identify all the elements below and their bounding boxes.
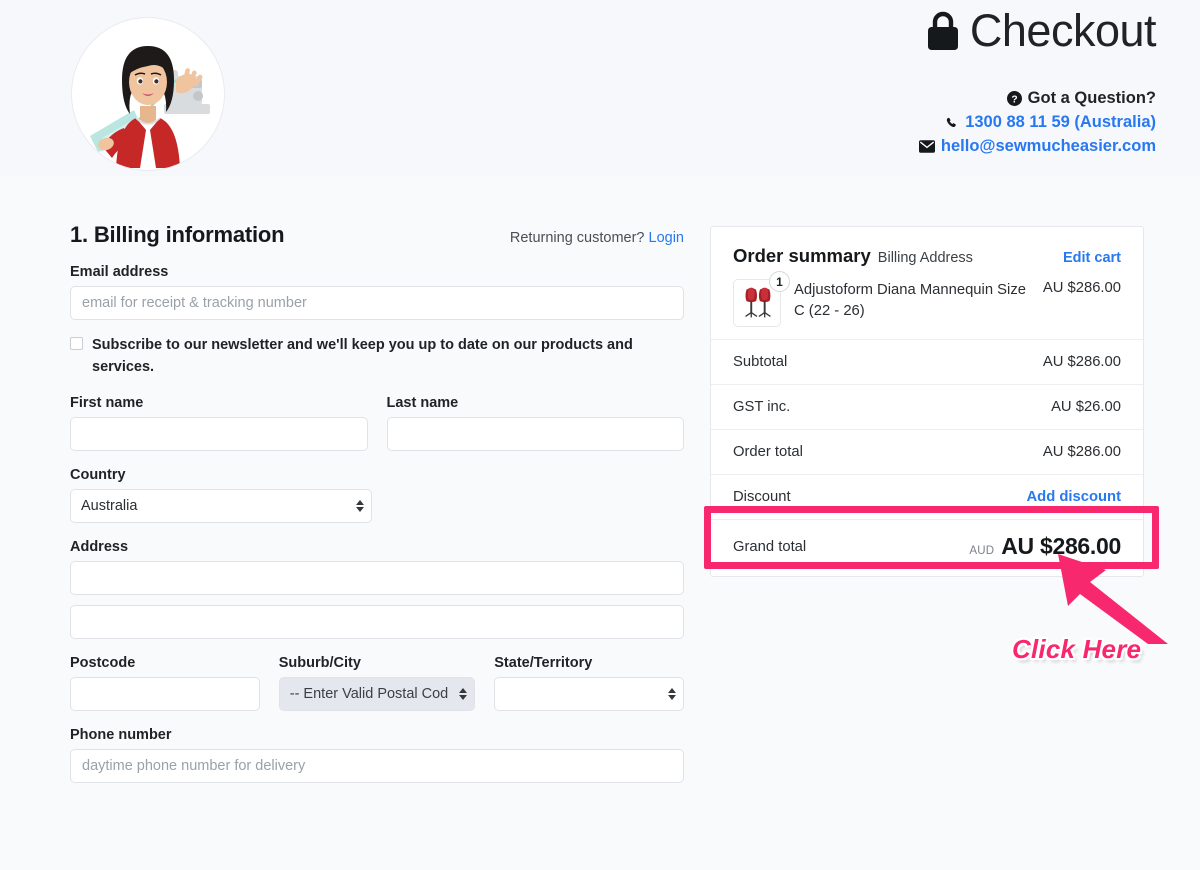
postcode-label: Postcode [70,654,136,671]
billing-form: 1. Billing information Returning custome… [70,222,684,783]
phone-label: Phone number [70,726,172,743]
state-select-wrap[interactable] [494,676,684,711]
summary-line-label: Subtotal [733,354,788,370]
order-item-name: Adjustoform Diana Mannequin Size C (22 -… [794,282,1026,320]
last-name-field[interactable] [386,416,684,451]
returning-customer: Returning customer? Login [510,230,684,246]
envelope-icon [918,140,935,153]
country-select-wrap[interactable]: Australia [70,488,372,523]
order-item-price: AU $286.00 [1042,280,1121,296]
first-name-field[interactable] [70,416,368,451]
order-summary-top: Order summary Billing Address Edit cart [711,227,1143,340]
order-item-thumb-wrap: 1 [733,271,790,327]
first-name-label: First name [70,394,144,411]
summary-line-label: Order total [733,444,803,460]
order-item-qty-badge: 1 [769,271,790,292]
login-link[interactable]: Login [649,230,684,246]
site-logo[interactable] [72,18,224,170]
help-email-line: hello@sewmucheasier.com [918,136,1156,157]
newsletter-row[interactable]: Subscribe to our newsletter and we'll ke… [70,334,684,379]
help-question: ? Got a Question? [919,88,1156,109]
country-select[interactable]: Australia [70,488,372,523]
phone-link[interactable]: 1300 88 11 59 (Australia) [965,112,1156,133]
suburb-select[interactable]: -- Enter Valid Postal Cod [278,676,476,711]
grand-total-amount: AU $286.00 [1001,533,1121,559]
returning-customer-text: Returning customer? [509,230,645,246]
address-label: Address [70,538,129,555]
summary-line-grand-total: Grand total AUD AU $286.00 [711,520,1143,576]
grand-total-label: Grand total [733,538,807,555]
phone-icon [945,116,959,130]
state-label: State/Territory [494,654,593,671]
summary-line-value: AU $286.00 [1042,354,1121,370]
summary-line-value: AU $26.00 [1051,399,1121,415]
help-block: ? Got a Question? 1300 88 11 59 (Austral… [918,88,1156,157]
newsletter-checkbox[interactable] [70,337,83,350]
summary-line-label: GST inc. [733,399,791,415]
summary-line-value: AU $286.00 [1042,444,1121,460]
address-line1-field[interactable] [70,560,684,595]
address-line2-field[interactable] [70,604,684,639]
phone-field[interactable] [70,748,684,783]
page-title: Checkout [926,5,1157,56]
order-summary-subtitle: Billing Address [877,250,973,266]
main-content: 1. Billing information Returning custome… [0,176,1200,870]
country-label: Country [70,466,126,483]
add-discount-link[interactable]: Add discount [1026,489,1121,505]
last-name-label: Last name [386,394,459,411]
newsletter-label: Subscribe to our newsletter and we'll ke… [92,337,633,376]
order-summary-title: Order summary [733,245,871,266]
question-circle-icon: ? [1006,91,1022,107]
grand-total-currency: AUD [969,545,995,557]
summary-line-gst: GST inc. AU $26.00 [711,385,1143,430]
country-group: Country Australia [70,467,372,523]
help-phone-line: 1300 88 11 59 (Australia) [919,112,1156,133]
state-select[interactable] [494,676,684,711]
svg-text:?: ? [1011,94,1017,105]
summary-line-discount[interactable]: Discount Add discount [711,475,1143,520]
suburb-select-wrap[interactable]: -- Enter Valid Postal Cod [278,676,476,711]
logo-illustration [72,18,224,170]
click-here-annotation: Click Here [1012,634,1142,664]
email-field[interactable] [70,286,684,320]
order-summary-panel: Order summary Billing Address Edit cart [710,226,1144,577]
suburb-label: Suburb/City [278,654,361,671]
email-link[interactable]: hello@sewmucheasier.com [941,136,1156,157]
grand-total-value: AUD AU $286.00 [969,533,1121,560]
billing-section-header: 1. Billing information Returning custome… [70,222,684,248]
billing-section-title: 1. Billing information [70,222,285,247]
help-question-text: Got a Question? [1027,89,1156,107]
email-label: Email address [70,264,169,280]
name-row: First name Last name [70,379,684,451]
lock-icon [927,11,958,50]
summary-line-subtotal: Subtotal AU $286.00 [711,340,1143,385]
summary-line-order-total: Order total AU $286.00 [711,430,1143,475]
page-title-text: Checkout [969,5,1157,56]
page-header: Checkout ? Got a Question? 1300 88 11 59… [0,0,1200,176]
locality-row: Postcode Suburb/City -- Enter Valid Post… [70,639,684,711]
order-item-row: 1 Adjustoform Diana Mannequin Size C (22… [733,271,1121,327]
order-summary-header: Order summary Billing Address Edit cart [733,245,1121,267]
checkout-page: Checkout ? Got a Question? 1300 88 11 59… [0,0,1200,870]
postcode-field[interactable] [70,676,260,711]
discount-label: Discount [733,489,791,505]
edit-cart-link[interactable]: Edit cart [1063,250,1121,266]
